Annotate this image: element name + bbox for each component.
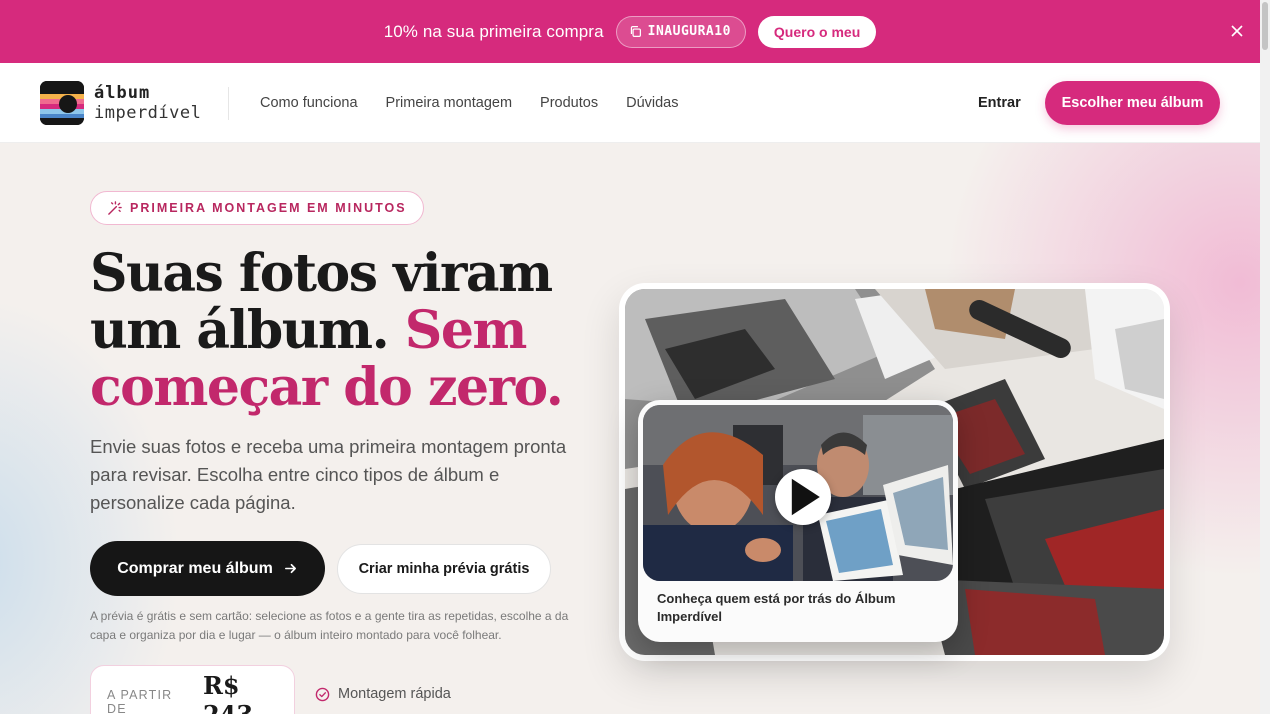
main-nav: Como funciona Primeira montagem Produtos…: [260, 95, 678, 111]
buy-album-button[interactable]: Comprar meu álbum: [90, 541, 325, 596]
price-value: R$ 243: [202, 671, 253, 714]
promo-cta-button[interactable]: Quero o meu: [757, 15, 877, 48]
page-scrollbar[interactable]: [1260, 0, 1270, 714]
login-link[interactable]: Entrar: [978, 95, 1021, 111]
promo-text: 10% na sua primeira compra: [383, 21, 604, 41]
nav-item-primeira-montagem[interactable]: Primeira montagem: [386, 95, 513, 111]
logo-mark-icon: [40, 81, 84, 125]
play-icon: [791, 478, 820, 516]
choose-album-button[interactable]: Escolher meu álbum: [1045, 81, 1220, 125]
headline-part-2: um álbum.: [90, 300, 390, 361]
hero-headline: Suas fotos viram um álbum. Sem começar d…: [90, 245, 610, 416]
promo-bar: 10% na sua primeira compra INAUGURA10 Qu…: [0, 0, 1260, 63]
video-caption: Conheça quem está por trás do Álbum Impe…: [657, 591, 896, 624]
header-divider: [228, 87, 229, 120]
logo-wordmark-line1: álbum: [94, 82, 151, 103]
logo-wordmark-line2: imperdível: [94, 102, 202, 123]
coupon-code: INAUGURA10: [647, 24, 731, 39]
hero-eyebrow-badge: PRIMEIRA MONTAGEM EM MINUTOS: [90, 191, 424, 225]
buy-album-label: Comprar meu álbum: [117, 559, 273, 577]
feature-item: Montagem rápida: [315, 686, 451, 702]
nav-item-como-funciona[interactable]: Como funciona: [260, 95, 358, 111]
free-preview-button[interactable]: Criar minha prévia grátis: [337, 544, 551, 594]
nav-item-duvidas[interactable]: Dúvidas: [626, 95, 678, 111]
feature-label: Montagem rápida: [338, 686, 451, 702]
video-thumbnail[interactable]: [643, 405, 953, 581]
site-header: álbum imperdível Como funciona Primeira …: [0, 63, 1260, 143]
headline-accent-1: Sem: [404, 300, 528, 361]
close-icon[interactable]: [1228, 22, 1246, 40]
price-card: A PARTIR DE R$ 243: [90, 665, 295, 714]
check-circle-icon: [315, 687, 330, 701]
nav-item-produtos[interactable]: Produtos: [540, 95, 598, 111]
play-button[interactable]: [775, 469, 831, 525]
copy-icon: [630, 26, 641, 37]
arrow-right-icon: [284, 563, 296, 574]
magic-wand-icon: [108, 200, 122, 215]
coupon-code-button[interactable]: INAUGURA10: [615, 15, 746, 48]
preview-note: A prévia é grátis e sem cartão: selecion…: [90, 609, 569, 642]
price-from-label: A PARTIR DE: [107, 688, 173, 714]
eyebrow-text: PRIMEIRA MONTAGEM EM MINUTOS: [130, 201, 407, 215]
logo[interactable]: álbum imperdível: [40, 81, 201, 125]
hero-lead-text: Envie suas fotos e receba uma primeira m…: [90, 436, 567, 513]
scrollbar-thumb[interactable]: [1262, 2, 1268, 50]
hero-section: PRIMEIRA MONTAGEM EM MINUTOS Suas fotos …: [0, 143, 1260, 714]
headline-part-1: Suas fotos viram: [90, 243, 553, 304]
headline-accent-2: começar do zero.: [90, 357, 564, 418]
video-card[interactable]: Conheça quem está por trás do Álbum Impe…: [638, 400, 958, 642]
